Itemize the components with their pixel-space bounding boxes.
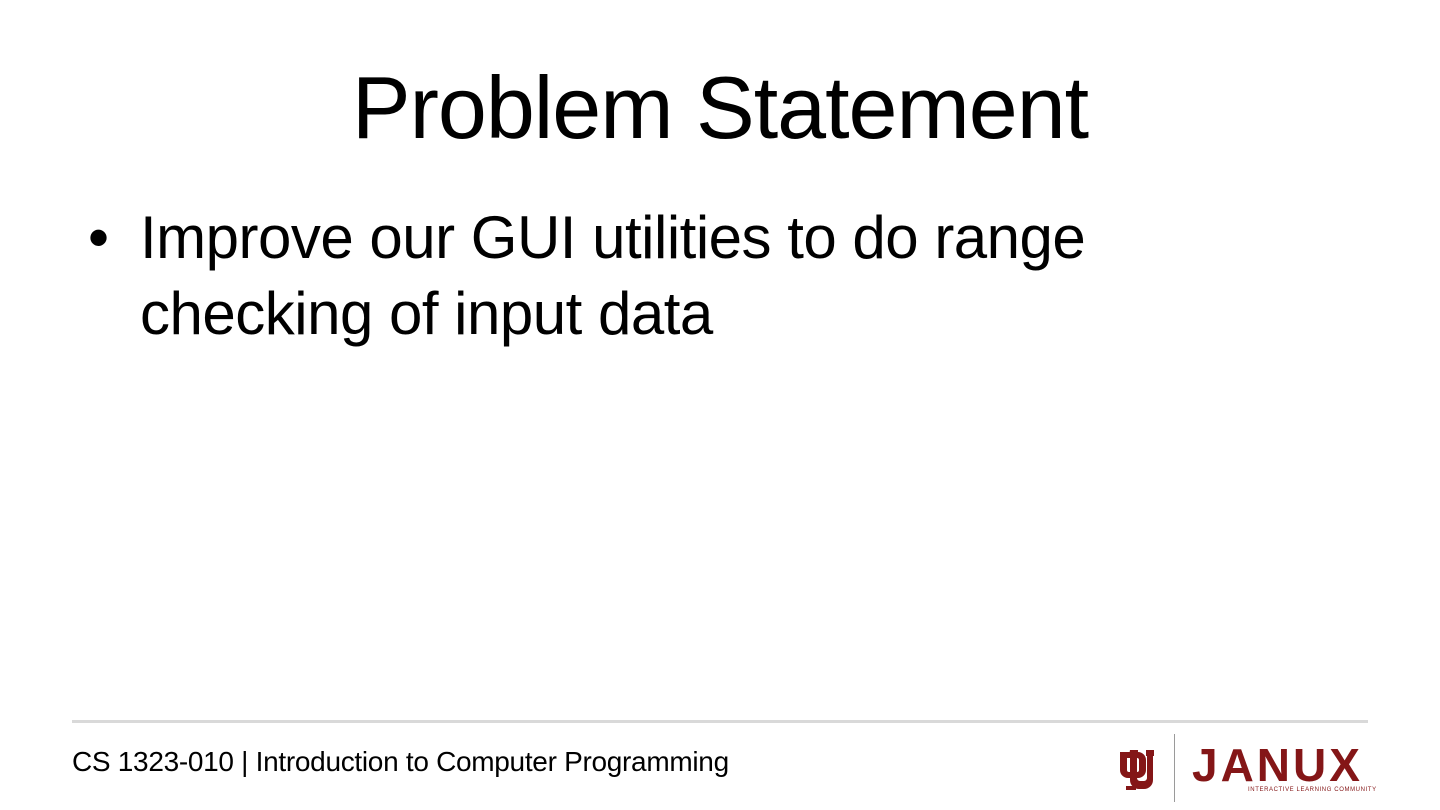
slide-title: Problem Statement <box>351 58 1089 157</box>
footer-divider <box>72 720 1368 723</box>
bullet-marker: • <box>88 204 109 271</box>
janux-tagline: INTERACTIVE LEARNING COMMUNITY <box>1248 787 1377 793</box>
course-footer-text: CS 1323-010 | Introduction to Computer P… <box>72 746 729 777</box>
janux-wordmark: JANUX <box>1192 739 1363 791</box>
bullet-item: • Improve our GUI utilities to do range … <box>84 200 1284 352</box>
ou-logo-icon <box>1120 750 1154 790</box>
bullet-text: Improve our GUI utilities to do range ch… <box>140 204 1086 347</box>
bullet-list: • Improve our GUI utilities to do range … <box>84 200 1284 352</box>
branding-logos: JANUX INTERACTIVE LEARNING COMMUNITY <box>1112 732 1377 804</box>
logo-divider <box>1174 734 1175 802</box>
